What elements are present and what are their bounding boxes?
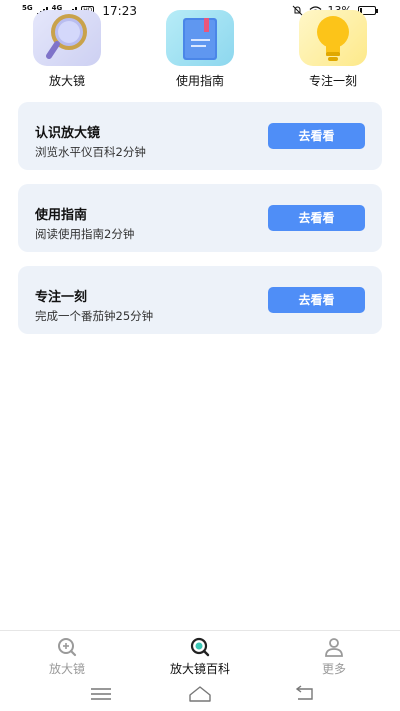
- tab-magnifier-encyclopedia[interactable]: 放大镜百科: [150, 637, 250, 677]
- tab-magnifier[interactable]: 放大镜: [17, 637, 117, 677]
- tab-label: 放大镜百科: [169, 662, 230, 676]
- go-see-button[interactable]: 去看看: [268, 123, 365, 149]
- shortcut-magnifier[interactable]: 放大镜: [32, 10, 102, 89]
- shortcut-label: 专注一刻: [308, 74, 357, 88]
- tab-more[interactable]: 更多: [284, 637, 384, 677]
- book-icon: [166, 10, 234, 66]
- home-icon[interactable]: [187, 684, 213, 704]
- person-icon: [325, 638, 343, 657]
- card-title: 使用指南: [35, 208, 88, 223]
- magnifier-icon: [58, 638, 77, 657]
- back-icon[interactable]: [292, 684, 318, 704]
- card-know-magnifier: 认识放大镜 浏览水平仪百科2分钟 去看看: [18, 102, 382, 170]
- shortcut-guide[interactable]: 使用指南: [165, 10, 235, 89]
- card-title: 认识放大镜: [35, 126, 101, 141]
- card-title: 专注一刻: [35, 290, 88, 305]
- tab-label: 放大镜: [48, 662, 85, 676]
- go-see-button[interactable]: 去看看: [268, 287, 365, 313]
- tab-label: 更多: [321, 662, 346, 676]
- shortcut-label: 放大镜: [48, 74, 85, 88]
- bottom-tab-bar: 放大镜 放大镜百科 更多: [0, 630, 400, 679]
- card-user-guide: 使用指南 阅读使用指南2分钟 去看看: [18, 184, 382, 252]
- card-desc: 完成一个番茄钟25分钟: [35, 309, 154, 323]
- system-nav-bar: [0, 678, 400, 711]
- shortcut-focus[interactable]: 专注一刻: [298, 10, 368, 89]
- shortcut-label: 使用指南: [175, 74, 224, 88]
- lightbulb-icon: [299, 10, 367, 66]
- menu-icon[interactable]: [88, 684, 114, 704]
- clock: 17:23: [102, 4, 137, 18]
- go-see-button[interactable]: 去看看: [268, 205, 365, 231]
- card-focus: 专注一刻 完成一个番茄钟25分钟 去看看: [18, 266, 382, 334]
- magnifier-plus-icon: [190, 637, 210, 657]
- card-desc: 浏览水平仪百科2分钟: [35, 145, 146, 159]
- card-desc: 阅读使用指南2分钟: [35, 227, 135, 241]
- magnifier-icon: [33, 10, 101, 66]
